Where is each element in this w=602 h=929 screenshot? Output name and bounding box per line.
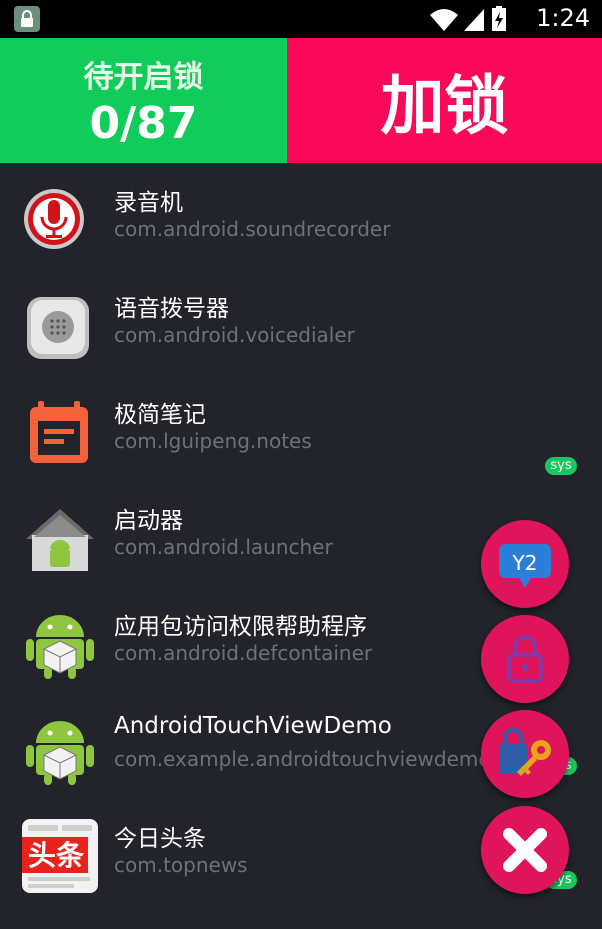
padlock-icon (507, 635, 543, 683)
pending-lock-panel: 待开启锁 0/87 (0, 38, 287, 163)
status-time: 1:24 (536, 4, 590, 32)
y2-fab-button[interactable]: Y2 (481, 520, 569, 608)
y2-chat-icon: Y2 (499, 544, 551, 588)
app-package: com.android.voicedialer (114, 323, 355, 347)
wifi-icon (430, 9, 458, 31)
status-icons (428, 5, 512, 37)
notes-icon (24, 397, 96, 469)
app-name: 应用包访问权限帮助程序 (114, 614, 367, 640)
lock-button[interactable]: 加锁 (287, 38, 602, 163)
app-package: com.android.launcher (114, 535, 333, 559)
sys-badge: sys (545, 457, 577, 475)
battery-icon (492, 6, 506, 31)
app-name: 今日头条 (114, 826, 206, 852)
close-fab-button[interactable] (481, 806, 569, 894)
app-package: com.android.soundrecorder (114, 217, 391, 241)
app-name: 语音拨号器 (114, 296, 229, 322)
list-item[interactable]: 语音拨号器 com.android.voicedialer (0, 269, 602, 375)
pending-count: 0/87 (89, 98, 198, 149)
header: 待开启锁 0/87 加锁 (0, 38, 602, 163)
lock-fab-button[interactable] (481, 615, 569, 703)
list-item[interactable]: 极简笔记 com.lguipeng.notes sys (0, 375, 602, 481)
signal-icon (464, 9, 484, 31)
svg-text:Y2: Y2 (512, 551, 538, 575)
app-package: com.example.androidtouchviewdemo (114, 747, 491, 771)
android-package-icon (24, 715, 96, 787)
sound-recorder-icon (24, 185, 96, 257)
app-package: com.lguipeng.notes (114, 429, 312, 453)
voice-dialer-icon (24, 291, 96, 363)
key-lock-fab-button[interactable] (481, 710, 569, 798)
app-name: 极简笔记 (114, 402, 206, 428)
pending-label: 待开启锁 (83, 60, 204, 95)
app-lock-notification-icon (14, 6, 40, 32)
android-package-icon (24, 609, 96, 681)
svg-text:头条: 头条 (28, 839, 84, 872)
app-name: AndroidTouchViewDemo (114, 713, 392, 739)
app-package: com.android.defcontainer (114, 641, 373, 665)
toutiao-icon: 头条 (22, 819, 98, 893)
app-package: com.topnews (114, 853, 248, 877)
lock-key-icon (499, 728, 551, 776)
list-item[interactable]: 录音机 com.android.soundrecorder (0, 163, 602, 269)
app-name: 启动器 (114, 508, 183, 534)
app-name: 录音机 (114, 190, 183, 216)
launcher-icon (24, 503, 96, 575)
status-bar: 1:24 (0, 0, 602, 38)
close-icon (503, 828, 547, 872)
